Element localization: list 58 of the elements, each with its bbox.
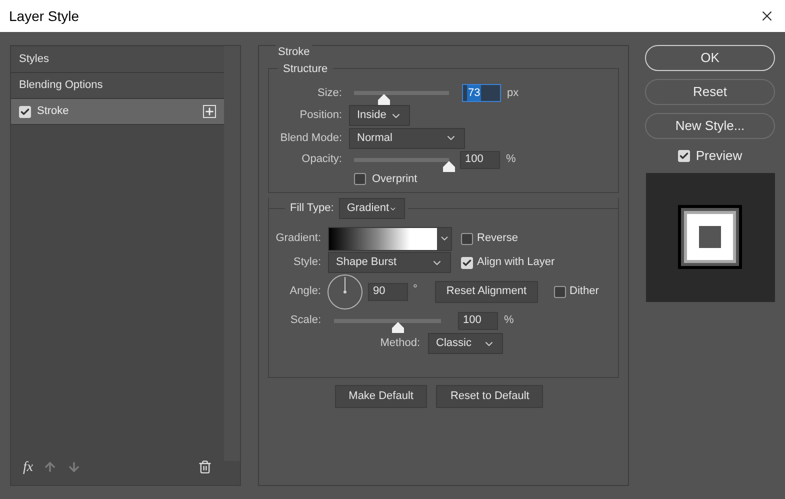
field-value: 73	[467, 84, 482, 102]
item-label: Styles	[19, 52, 49, 68]
field-label: Blend Mode:	[279, 130, 342, 146]
trash-icon[interactable]	[198, 460, 212, 474]
unit-label: %	[506, 153, 516, 166]
field-label: Opacity:	[300, 152, 342, 168]
add-icon[interactable]	[203, 105, 216, 118]
checkbox-label: Overprint	[372, 172, 418, 187]
field-label: Gradient:	[274, 231, 321, 246]
field-value: 100	[463, 313, 482, 328]
sidebar-item[interactable]: Stroke	[11, 99, 224, 125]
field-label: Angle:	[288, 284, 321, 300]
input-field[interactable]: 100	[458, 312, 498, 330]
unit-label: px	[507, 86, 519, 99]
scrollbar[interactable]	[224, 46, 240, 461]
field-label: Size:	[316, 86, 342, 101]
fill-type-dropdown[interactable]: Gradient	[338, 198, 405, 219]
input-field[interactable]: 90	[368, 282, 408, 300]
checkbox-label: Preview	[696, 147, 742, 165]
position-dropdown[interactable]: Inside	[349, 105, 410, 126]
action-button[interactable]: Make Default	[334, 384, 428, 408]
checkbox-label: Reverse	[477, 231, 518, 246]
checkbox-label: Dither	[570, 284, 599, 300]
checkbox[interactable]	[19, 106, 31, 118]
sidebar-item[interactable]: Blending Options	[11, 73, 224, 99]
item-label: Blending Options	[19, 78, 103, 94]
angle-dial[interactable]	[327, 274, 363, 310]
dialog-button[interactable]: OK	[645, 45, 775, 71]
slider-thumb[interactable]	[443, 160, 455, 172]
window-title: Layer Style	[9, 6, 80, 26]
field-value: 100	[465, 152, 484, 168]
field-label: Style:	[292, 255, 321, 270]
checkbox[interactable]	[461, 256, 473, 268]
field-label: Position:	[298, 108, 342, 124]
blend-mode-dropdown[interactable]: Normal	[349, 128, 465, 148]
method-dropdown[interactable]: Classic	[428, 333, 503, 354]
dialog-button[interactable]: New Style...	[645, 113, 775, 139]
input-field[interactable]: 73	[462, 84, 501, 102]
gradient-picker[interactable]	[328, 226, 452, 250]
sidebar-item[interactable]: Styles	[11, 47, 224, 73]
fx-button[interactable]: fx	[23, 456, 34, 478]
dialog-button[interactable]: Reset	[645, 79, 775, 105]
checkbox[interactable]	[461, 232, 473, 244]
field-label: Scale:	[289, 313, 321, 328]
reset-alignment-button[interactable]: Reset Alignment	[435, 280, 538, 302]
unit-label: °	[413, 282, 418, 294]
unit-label: %	[504, 314, 514, 326]
style-dropdown[interactable]: Shape Burst	[328, 252, 451, 273]
checkbox[interactable]	[554, 286, 566, 298]
field-label: Fill Type:	[289, 201, 335, 216]
action-button[interactable]: Reset to Default	[436, 384, 544, 408]
checkbox-label: Align with Layer	[477, 255, 555, 270]
field-label: Method:	[379, 336, 420, 352]
item-label: Stroke	[37, 104, 70, 120]
checkbox[interactable]	[678, 150, 690, 162]
checkbox[interactable]	[354, 173, 366, 185]
input-field[interactable]: 100	[460, 150, 500, 168]
field-value: 90	[373, 284, 386, 300]
